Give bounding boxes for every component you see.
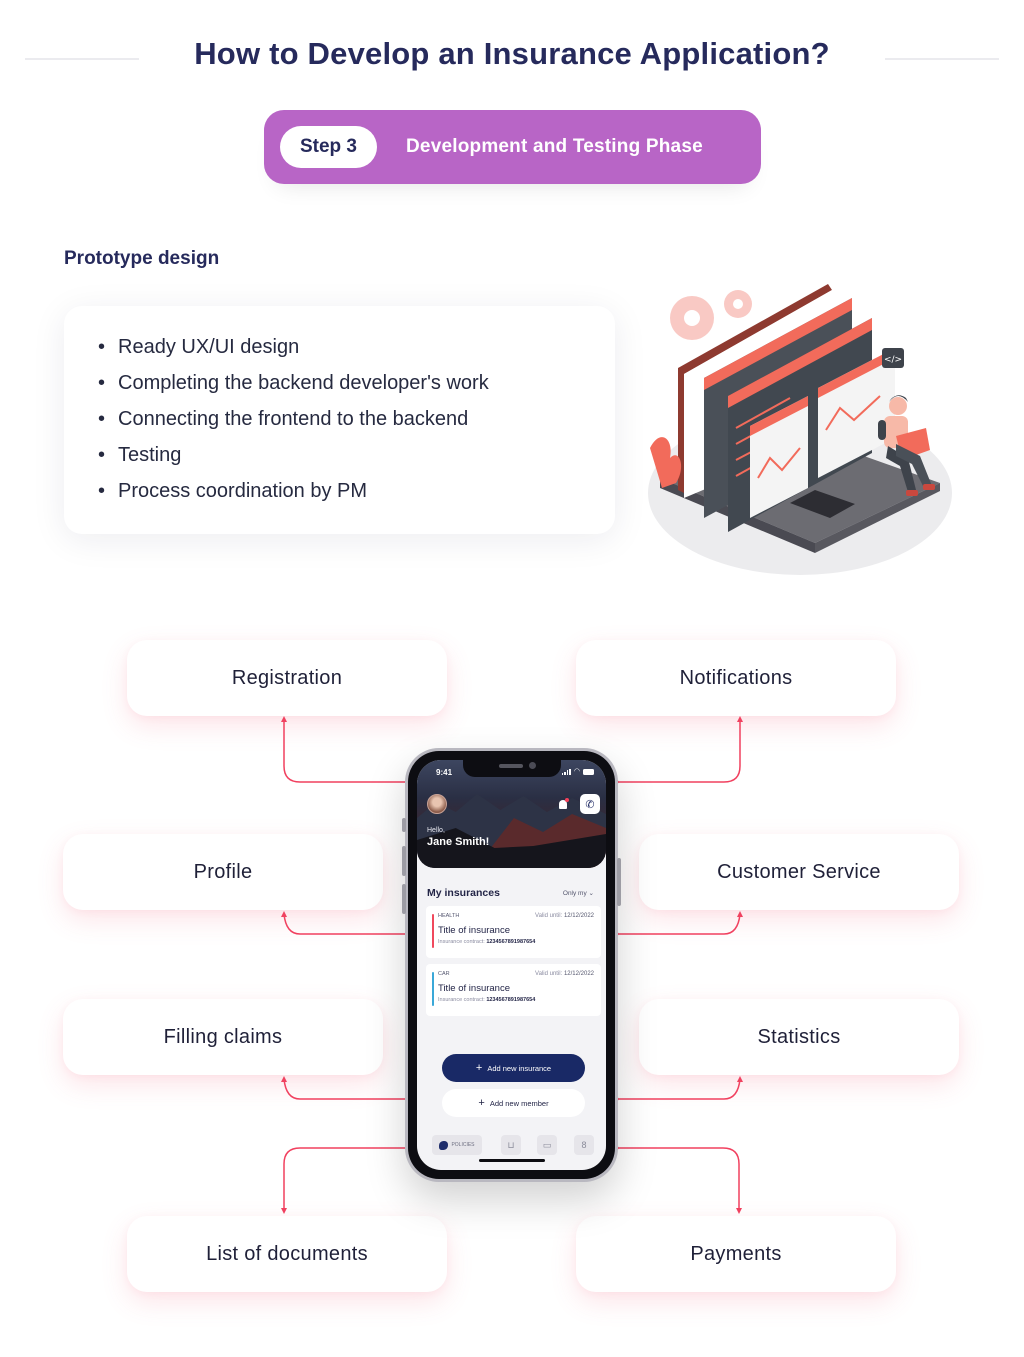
phone-power-button <box>617 858 621 906</box>
chevron-down-icon: ⌄ <box>588 890 594 897</box>
insurance-card[interactable]: HEALTH Valid until: 12/12/2022 Title of … <box>426 906 601 958</box>
connector-payments <box>616 1147 740 1210</box>
insurance-type: CAR <box>438 971 450 977</box>
connector-list-of-documents <box>283 1147 408 1210</box>
add-member-label: Add new member <box>489 1098 549 1108</box>
home-indicator[interactable] <box>478 1159 545 1162</box>
title-divider-right <box>885 58 999 60</box>
call-button[interactable]: ✆ <box>580 794 600 814</box>
developer-illustration: </> <box>648 284 952 575</box>
greeting: Hello, <box>427 827 445 834</box>
phone-screen: 9:41 ◠ ✆ Hello, Jane Smith! My insurance… <box>417 760 606 1170</box>
arrow-head <box>281 1208 287 1214</box>
tab-policies[interactable]: POLICIES <box>432 1135 482 1155</box>
page-title: How to Develop an Insurance Application? <box>194 36 830 71</box>
connector-customer-service <box>616 913 741 935</box>
wifi-icon: ◠ <box>573 768 580 775</box>
status-time: 9:41 <box>436 768 453 777</box>
feature-profile: Profile <box>63 834 383 910</box>
arrow-head <box>737 911 743 917</box>
phone-volume-up <box>402 846 406 876</box>
tab-policies-label: POLICIES <box>451 1142 475 1148</box>
tab-profile[interactable]: 8 <box>574 1135 594 1155</box>
connector-registration <box>283 720 408 783</box>
speaker <box>498 764 523 768</box>
feature-customer-service: Customer Service <box>639 834 959 910</box>
bullet-item: Completing the backend developer's work <box>98 370 489 406</box>
feature-payments: Payments <box>576 1216 896 1292</box>
plus-icon: + <box>478 1097 485 1109</box>
card-color-bar <box>432 914 434 948</box>
bullet-item: Process coordination by PM <box>98 478 489 514</box>
bullet-list: Ready UX/UI design Completing the backen… <box>98 334 489 514</box>
filter-dropdown[interactable]: Only my ⌄ <box>563 889 594 897</box>
valid-until: Valid until: 12/12/2022 <box>535 913 594 919</box>
bottom-tab-bar: POLICIES ⊔ ▭ 8 <box>432 1135 597 1155</box>
hero-banner: 9:41 ◠ ✆ Hello, Jane Smith! <box>417 760 606 868</box>
tab-basket[interactable]: ⊔ <box>501 1135 521 1155</box>
basket-icon: ⊔ <box>507 1139 515 1150</box>
bullet-card: Ready UX/UI design Completing the backen… <box>64 306 615 534</box>
notification-dot <box>565 798 569 802</box>
connector-statistics <box>616 1078 741 1100</box>
plus-icon: + <box>475 1062 483 1074</box>
arrow-head <box>737 1076 743 1082</box>
add-insurance-label: Add new insurance <box>487 1063 552 1073</box>
bullet-item: Testing <box>98 442 489 478</box>
insurance-card[interactable]: CAR Valid until: 12/12/2022 Title of ins… <box>426 964 601 1016</box>
insurance-contract: Insurance contract: 1234567891987654 <box>438 939 536 945</box>
insurance-contract: Insurance contract: 1234567891987654 <box>438 997 536 1003</box>
bullet-item: Connecting the frontend to the backend <box>98 406 489 442</box>
my-insurances-title: My insurances <box>427 887 500 899</box>
gear-icon <box>670 290 752 340</box>
connector-filling-claims <box>283 1078 408 1100</box>
step-label: Development and Testing Phase <box>406 136 703 157</box>
insurance-title: Title of insurance <box>438 983 510 994</box>
filter-label: Only my <box>562 890 587 897</box>
arrow-head <box>281 1076 287 1082</box>
phone-notch <box>462 760 561 777</box>
connector-profile <box>283 913 408 935</box>
card-color-bar <box>432 972 434 1006</box>
insurance-title: Title of insurance <box>438 925 510 936</box>
phone-mute-switch <box>402 818 406 832</box>
add-insurance-button[interactable]: + Add new insurance <box>442 1054 585 1082</box>
status-icons: ◠ <box>561 768 594 775</box>
feature-registration: Registration <box>127 640 447 716</box>
battery-icon <box>583 768 594 775</box>
phone-bezel: 9:41 ◠ ✆ Hello, Jane Smith! My insurance… <box>408 751 615 1179</box>
feature-notifications: Notifications <box>576 640 896 716</box>
user-icon: 8 <box>581 1140 587 1150</box>
user-name: Jane Smith! <box>427 836 490 848</box>
title-row: How to Develop an Insurance Application? <box>0 36 1024 80</box>
step-banner: Step 3 Development and Testing Phase <box>264 110 761 184</box>
step-badge: Step 3 <box>280 126 377 168</box>
avatar[interactable] <box>427 794 447 814</box>
add-member-button[interactable]: + Add new member <box>442 1089 585 1117</box>
connector-notifications <box>616 720 741 783</box>
arrow-head <box>281 911 287 917</box>
signal-icon <box>561 768 571 775</box>
feature-statistics: Statistics <box>639 999 959 1075</box>
chat-icon: ▭ <box>542 1139 552 1150</box>
feature-list-of-documents: List of documents <box>127 1216 447 1292</box>
policies-icon <box>439 1140 449 1150</box>
valid-until: Valid until: 12/12/2022 <box>535 971 594 977</box>
bullet-item: Ready UX/UI design <box>98 334 489 370</box>
feature-filling-claims: Filling claims <box>63 999 383 1075</box>
tab-chat[interactable]: ▭ <box>537 1135 557 1155</box>
arrow-head <box>736 1208 742 1214</box>
front-camera <box>528 762 536 769</box>
phone-icon: ✆ <box>585 798 595 811</box>
arrow-head <box>281 716 287 722</box>
section-title: Prototype design <box>64 248 220 269</box>
svg-text:</>: </> <box>884 355 902 365</box>
phone-mockup: 9:41 ◠ ✆ Hello, Jane Smith! My insurance… <box>402 748 621 1182</box>
arrow-head <box>737 716 743 722</box>
phone-volume-down <box>402 884 406 914</box>
insurance-type: HEALTH <box>438 913 460 919</box>
